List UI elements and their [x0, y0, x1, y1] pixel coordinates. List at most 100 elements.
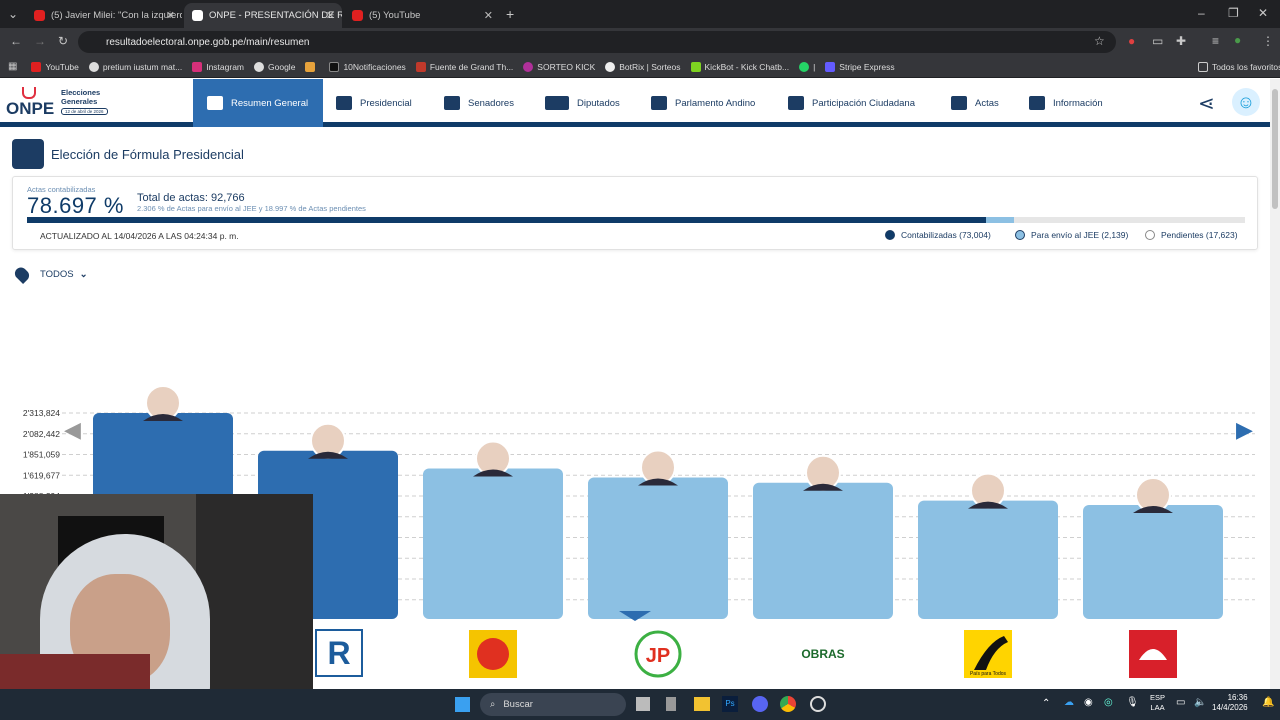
tray-icon[interactable]: ◎ [1104, 697, 1113, 708]
all-bookmarks[interactable]: Todos los favoritos [1198, 61, 1280, 72]
bookmark-item[interactable]: KickBot - Kick Chatb... [690, 61, 789, 72]
forward-icon[interactable]: → [34, 34, 46, 48]
task-view-icon[interactable] [636, 697, 650, 711]
chrome-icon[interactable] [780, 696, 796, 712]
search-label: Buscar [503, 699, 533, 710]
legend-label: Contabilizadas (73,004) [901, 230, 991, 240]
volume-icon[interactable]: 🔈 [1194, 697, 1206, 708]
windows-start-icon[interactable] [455, 697, 470, 712]
tab-title: (5) Javier Milei: "Con la izquierd [51, 10, 182, 21]
network-icon[interactable]: ▭ [1176, 697, 1185, 708]
chart-next-arrow-icon[interactable]: ▶ [1236, 417, 1253, 443]
app-icon[interactable] [666, 697, 676, 711]
bookmark-item[interactable]: pretium iustum mat... [88, 61, 182, 72]
legend-dot [885, 230, 895, 240]
result-bar [918, 500, 1058, 619]
bookmark-item[interactable]: SORTEO KICK [523, 61, 595, 72]
bookmark-item[interactable]: YouTube [31, 61, 79, 72]
google-icon [88, 61, 99, 72]
close-window-icon[interactable]: ✕ [1258, 6, 1268, 20]
maximize-icon[interactable]: ❐ [1228, 6, 1239, 20]
bookmark-label: | [813, 61, 816, 72]
chart-prev-arrow-icon[interactable]: ◀ [64, 417, 81, 443]
bookmark-item[interactable]: Instagram [192, 61, 244, 72]
photoshop-icon[interactable]: Ps [722, 696, 738, 712]
clipboard-check-icon [951, 96, 967, 110]
nav-label: Información [1053, 97, 1103, 109]
media-icon[interactable]: ≡ [1212, 34, 1219, 48]
nav-actas[interactable]: Actas [951, 79, 999, 127]
clock[interactable]: 16:36 14/4/2026 [1212, 693, 1248, 713]
info-doc-icon [1029, 96, 1045, 110]
tray-chevron-icon[interactable]: ⌃ [1042, 698, 1050, 709]
tab-milei[interactable]: (5) Javier Milei: "Con la izquierd ✕ [26, 3, 182, 28]
scrollbar-thumb[interactable] [1272, 89, 1278, 209]
people-icon [788, 96, 804, 110]
whatsapp-icon [799, 61, 810, 72]
nav-diputados[interactable]: Diputados [545, 79, 620, 127]
nav-presidencial[interactable]: Presidencial [336, 79, 412, 127]
botrix-icon [605, 61, 616, 72]
close-tab-icon[interactable]: ✕ [484, 9, 493, 22]
grand-theft-icon [415, 61, 426, 72]
nav-parlamento-andino[interactable]: Parlamento Andino [651, 79, 755, 127]
nav-senadores[interactable]: Senadores [444, 79, 514, 127]
bookmark-star-icon[interactable]: ☆ [1094, 34, 1105, 48]
nav-label: Senadores [468, 97, 514, 109]
tray-icon[interactable]: ◉ [1084, 697, 1093, 708]
onpe-logo[interactable]: ONPE Elecciones Generales 12 de abril de… [6, 87, 116, 121]
nav-resumen-general[interactable]: Resumen General [193, 79, 323, 127]
language-indicator[interactable]: ESP LAA [1150, 693, 1165, 713]
bookmark-item[interactable]: Fuente de Grand Th... [415, 61, 513, 72]
bookmark-item[interactable]: | [799, 61, 816, 72]
discord-icon[interactable] [752, 696, 768, 712]
search-icon: ⌕ [490, 699, 496, 710]
nav-participacion[interactable]: Participación Ciudadana [788, 79, 915, 127]
browser-toolbar: ← → ↻ resultadoelectoral.onpe.gob.pe/mai… [0, 28, 1280, 56]
bookmark-item[interactable]: BotRix | Sorteos [605, 61, 681, 72]
microphone-icon[interactable]: 🎙 [1126, 697, 1139, 708]
logo-brand: ONPE [6, 99, 55, 118]
result-bar [588, 477, 728, 619]
legend-dot [1015, 230, 1025, 240]
tab-onpe[interactable]: ONPE - PRESENTACIÓN DE RES ✕ [184, 3, 342, 28]
party-logo-text: OBRAS [801, 647, 844, 661]
minimize-icon[interactable]: – [1198, 6, 1205, 20]
share-icon[interactable]: ⋖ [1198, 91, 1215, 116]
file-explorer-icon[interactable] [694, 697, 710, 711]
region-filter[interactable]: TODOS ⌄ [12, 264, 88, 285]
taskbar-search[interactable]: ⌕ Buscar [480, 693, 626, 716]
nav-informacion[interactable]: Información [1029, 79, 1103, 127]
bookmark-item[interactable]: 10Notificaciones [329, 61, 406, 72]
bookmark-label: 10Notificaciones [343, 61, 406, 72]
legend-jee: Para envío al JEE (2,139) [1015, 230, 1128, 240]
menu-kebab-icon[interactable]: ⋮ [1262, 34, 1274, 48]
notifications-icon[interactable]: 🔔 [1262, 697, 1274, 708]
accessibility-icon[interactable]: ☺ [1232, 88, 1260, 116]
onedrive-icon[interactable]: ☁ [1064, 697, 1074, 708]
extensions-puzzle-icon[interactable]: ✚ [1176, 34, 1186, 48]
bookmark-item[interactable] [305, 61, 319, 72]
kick-icon [523, 61, 534, 72]
new-tab-icon[interactable]: + [506, 6, 514, 22]
filter-label: TODOS [40, 269, 74, 280]
webcam-background [196, 494, 313, 690]
profile-avatar-icon[interactable]: ● [1234, 33, 1241, 47]
apps-grid-icon[interactable]: ▦ [8, 61, 17, 72]
tab-search-icon[interactable]: ⌄ [8, 7, 18, 21]
close-tab-icon[interactable]: ✕ [166, 9, 175, 22]
address-bar[interactable]: resultadoelectoral.onpe.gob.pe/main/resu… [78, 31, 1116, 53]
app-icon[interactable] [810, 696, 826, 712]
bookmark-item[interactable]: Stripe Express [825, 61, 895, 72]
extension-icon[interactable]: ● [1128, 34, 1135, 48]
close-tab-icon[interactable]: ✕ [326, 9, 335, 22]
back-icon[interactable]: ← [10, 34, 22, 48]
bookmark-item[interactable]: Google [254, 61, 295, 72]
y-tick-label: 1'619,677 [23, 470, 60, 480]
reload-icon[interactable]: ↻ [58, 34, 68, 48]
folder-icon [1198, 61, 1208, 72]
page-scrollbar[interactable] [1270, 79, 1280, 689]
y-tick-label: 2'082,442 [23, 429, 60, 439]
tab-youtube[interactable]: (5) YouTube ✕ [344, 3, 500, 28]
extension-icon[interactable]: ▭ [1152, 34, 1163, 48]
